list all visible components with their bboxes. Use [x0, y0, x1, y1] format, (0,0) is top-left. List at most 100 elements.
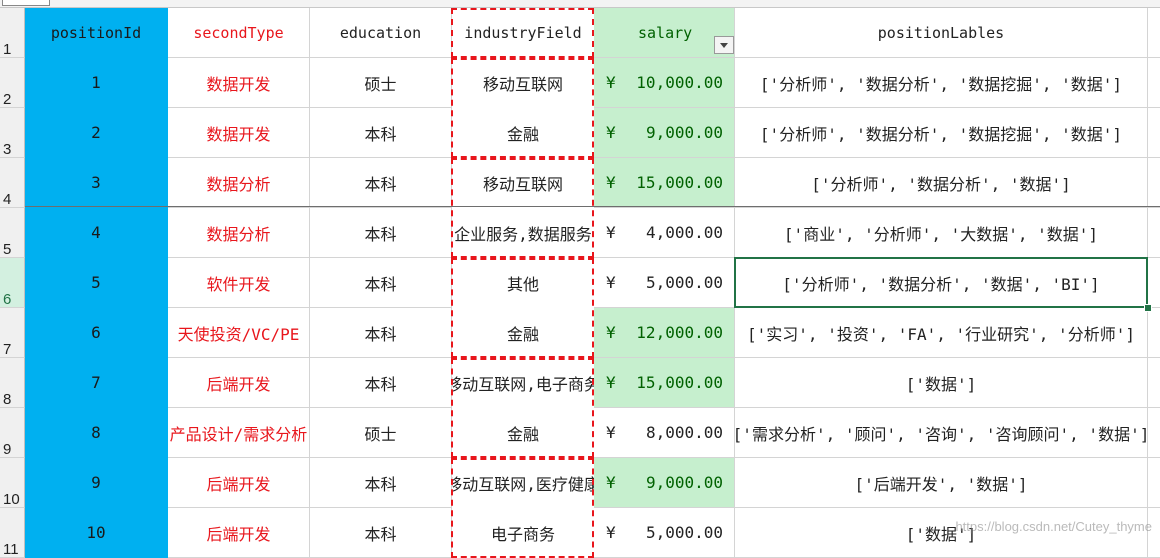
cell-positionId[interactable]: 6	[25, 308, 168, 358]
cell-industryField[interactable]: 企业服务,数据服务	[452, 208, 594, 258]
cell-salary[interactable]: ¥5,000.00	[594, 508, 735, 558]
empty-cell[interactable]	[1148, 308, 1160, 358]
cell-positionLables[interactable]: ['后端开发', '数据']	[735, 458, 1148, 508]
cell-education[interactable]: 硕士	[310, 58, 452, 108]
header-secondType[interactable]: secondType	[168, 8, 310, 58]
cell-education[interactable]: 本科	[310, 158, 452, 208]
cell-education[interactable]: 本科	[310, 458, 452, 508]
row-header[interactable]: 11	[0, 508, 25, 558]
row-number: 5	[3, 241, 12, 258]
cell-secondType[interactable]: 数据分析	[168, 158, 310, 208]
cell-positionId[interactable]: 7	[25, 358, 168, 408]
cell-education[interactable]: 硕士	[310, 408, 452, 458]
cell-positionLables[interactable]: ['分析师', '数据分析', '数据']	[735, 158, 1148, 208]
empty-cell[interactable]	[1148, 58, 1160, 108]
cell-salary[interactable]: ¥9,000.00	[594, 108, 735, 158]
cell-industryField[interactable]: 电子商务	[452, 508, 594, 558]
cell-education[interactable]: 本科	[310, 208, 452, 258]
cell-industryField[interactable]: 移动互联网	[452, 58, 594, 108]
row-header[interactable]: 5	[0, 208, 25, 258]
cell-secondType[interactable]: 软件开发	[168, 258, 310, 308]
cell-industryField[interactable]: 移动互联网,医疗健康	[452, 458, 594, 508]
cell-salary[interactable]: ¥9,000.00	[594, 458, 735, 508]
cell-positionLables[interactable]: ['实习', '投资', 'FA', '行业研究', '分析师']	[735, 308, 1148, 358]
cell-positionLables[interactable]: ['商业', '分析师', '大数据', '数据']	[735, 208, 1148, 258]
header-positionId[interactable]: positionId	[25, 8, 168, 58]
cell-salary[interactable]: ¥5,000.00	[594, 258, 735, 308]
cell-positionId[interactable]: 5	[25, 258, 168, 308]
cell-secondType[interactable]: 数据开发	[168, 58, 310, 108]
cell-salary[interactable]: ¥15,000.00	[594, 158, 735, 208]
cell-education[interactable]: 本科	[310, 258, 452, 308]
cell-positionId[interactable]: 4	[25, 208, 168, 258]
row-header[interactable]: 9	[0, 408, 25, 458]
row-number: 7	[3, 341, 12, 358]
cell-positionLables[interactable]: ['分析师', '数据分析', '数据挖掘', '数据']	[735, 108, 1148, 158]
cell-positionId[interactable]: 3	[25, 158, 168, 208]
cell-salary[interactable]: ¥12,000.00	[594, 308, 735, 358]
cell-secondType[interactable]: 天使投资/VC/PE	[168, 308, 310, 358]
empty-cell[interactable]	[1148, 258, 1160, 308]
cell-secondType[interactable]: 数据开发	[168, 108, 310, 158]
header-positionLables[interactable]: positionLables	[735, 8, 1148, 58]
cell-positionLables[interactable]: ['需求分析', '顾问', '咨询', '咨询顾问', '数据']	[735, 408, 1148, 458]
cell-secondType[interactable]: 后端开发	[168, 358, 310, 408]
currency-symbol: ¥	[606, 323, 616, 342]
cell-education[interactable]: 本科	[310, 358, 452, 408]
currency-symbol: ¥	[606, 473, 616, 492]
fill-handle[interactable]	[1144, 304, 1152, 312]
cell-positionId[interactable]: 2	[25, 108, 168, 158]
empty-cell[interactable]	[1148, 358, 1160, 408]
row-number: 1	[3, 41, 12, 58]
salary-value: 15,000.00	[636, 173, 723, 192]
empty-cell[interactable]	[1148, 8, 1160, 58]
cell-salary[interactable]: ¥15,000.00	[594, 358, 735, 408]
cell-education[interactable]: 本科	[310, 508, 452, 558]
cell-secondType[interactable]: 后端开发	[168, 508, 310, 558]
cell-secondType[interactable]: 后端开发	[168, 458, 310, 508]
cell-industryField[interactable]: 移动互联网,电子商务	[452, 358, 594, 408]
cell-positionId[interactable]: 10	[25, 508, 168, 558]
empty-cell[interactable]	[1148, 208, 1160, 258]
empty-cell[interactable]	[1148, 408, 1160, 458]
cell-education[interactable]: 本科	[310, 308, 452, 358]
cell-salary[interactable]: ¥8,000.00	[594, 408, 735, 458]
filter-dropdown-icon[interactable]	[714, 36, 734, 54]
currency-symbol: ¥	[606, 423, 616, 442]
cell-secondType[interactable]: 产品设计/需求分析	[168, 408, 310, 458]
row-header[interactable]: 6	[0, 258, 25, 308]
row-header[interactable]: 7	[0, 308, 25, 358]
cell-positionId[interactable]: 1	[25, 58, 168, 108]
currency-symbol: ¥	[606, 123, 616, 142]
cell-positionLables[interactable]: ['分析师', '数据分析', '数据挖掘', '数据']	[735, 58, 1148, 108]
row-header[interactable]: 3	[0, 108, 25, 158]
empty-cell[interactable]	[1148, 108, 1160, 158]
cell-industryField[interactable]: 金融	[452, 408, 594, 458]
row-header[interactable]: 2	[0, 58, 25, 108]
row-header[interactable]: 1	[0, 8, 25, 58]
currency-symbol: ¥	[606, 173, 616, 192]
cell-education[interactable]: 本科	[310, 108, 452, 158]
cell-salary[interactable]: ¥4,000.00	[594, 208, 735, 258]
row-header[interactable]: 10	[0, 458, 25, 508]
cell-positionLables[interactable]: ['数据']	[735, 358, 1148, 408]
header-industryField[interactable]: industryField	[452, 8, 594, 58]
row-number: 2	[3, 91, 12, 108]
cell-industryField[interactable]: 其他	[452, 258, 594, 308]
cell-positionId[interactable]: 9	[25, 458, 168, 508]
cell-salary[interactable]: ¥10,000.00	[594, 58, 735, 108]
name-box[interactable]	[2, 0, 50, 6]
currency-symbol: ¥	[606, 223, 616, 242]
cell-industryField[interactable]: 移动互联网	[452, 158, 594, 208]
row-header[interactable]: 4	[0, 158, 25, 208]
cell-industryField[interactable]: 金融	[452, 108, 594, 158]
row-header[interactable]: 8	[0, 358, 25, 408]
cell-positionId[interactable]: 8	[25, 408, 168, 458]
cell-industryField[interactable]: 金融	[452, 308, 594, 358]
cell-secondType[interactable]: 数据分析	[168, 208, 310, 258]
active-cell-border[interactable]	[734, 257, 1148, 308]
empty-cell[interactable]	[1148, 158, 1160, 208]
row-number: 11	[3, 541, 19, 558]
empty-cell[interactable]	[1148, 458, 1160, 508]
header-education[interactable]: education	[310, 8, 452, 58]
